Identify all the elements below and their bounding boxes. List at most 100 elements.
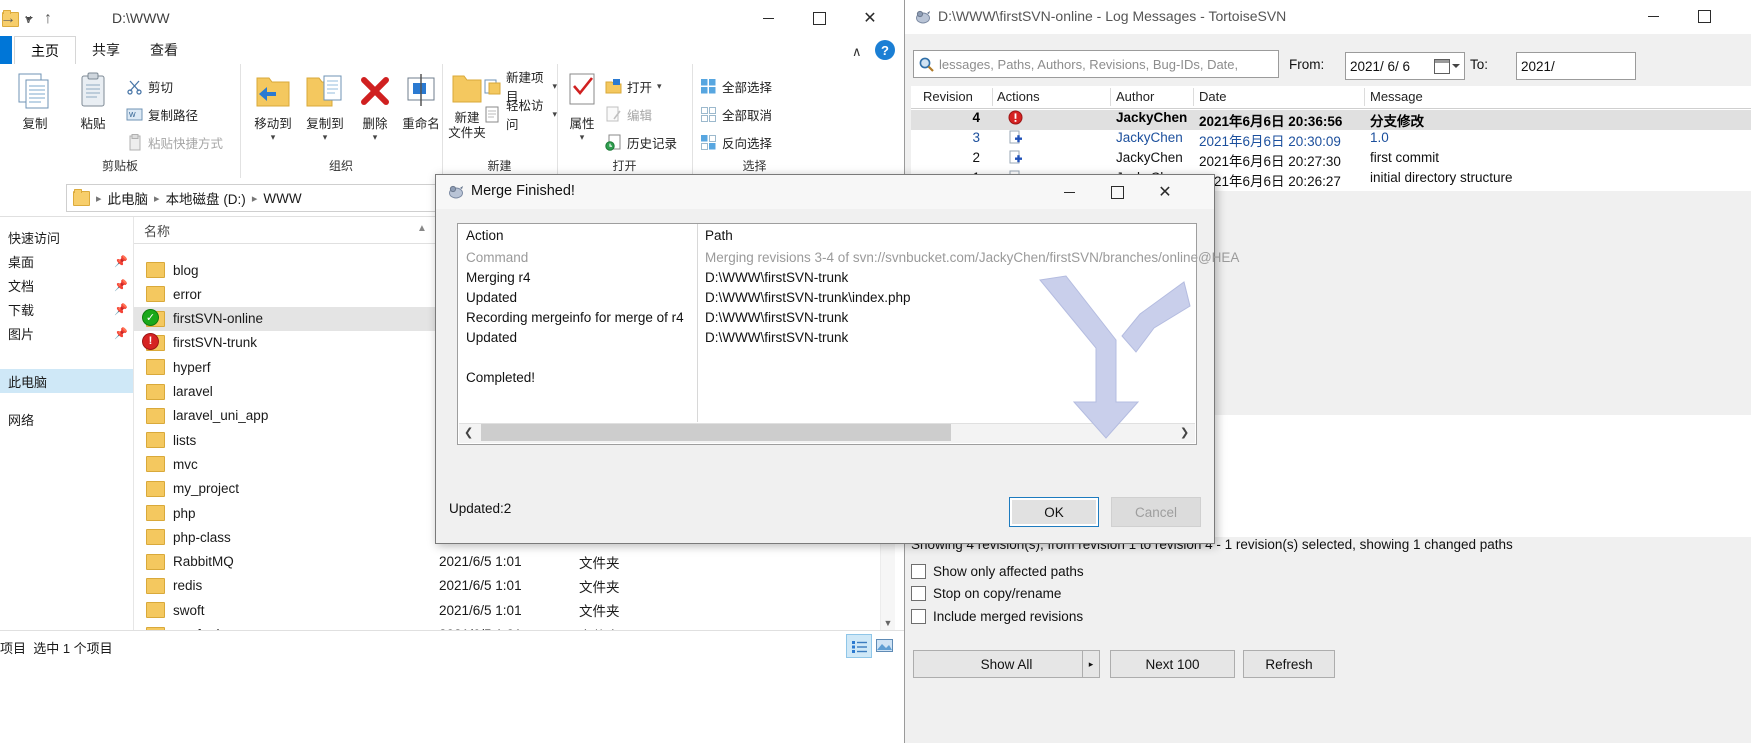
collapse-ribbon-button[interactable]: ∧ (852, 44, 862, 60)
help-icon[interactable]: ? (875, 40, 895, 60)
select-none-button-label: 全部取消 (722, 108, 773, 123)
next-100-button[interactable]: Next 100 (1110, 650, 1235, 678)
table-row[interactable]: 2 JackyChen 2021年6月6日 20:27:30 first commit (911, 150, 1751, 170)
cut-button[interactable]: 剪切 (126, 74, 173, 98)
sidebar-item-desktop[interactable]: 桌面 📌 (0, 249, 133, 273)
tab-share[interactable]: 共享 (76, 36, 136, 64)
breadcrumb-item-local-disk[interactable]: 本地磁盘 (D:) (166, 188, 246, 208)
column-header-date[interactable]: Date (1199, 89, 1226, 104)
calendar-icon[interactable] (1434, 58, 1450, 74)
forward-button[interactable]: → (0, 10, 16, 28)
edit-button[interactable]: 编辑 (605, 102, 652, 126)
invert-selection-button[interactable]: 反向选择 (700, 130, 772, 154)
ribbon-file-menu-button[interactable] (0, 36, 12, 64)
checkbox-stop-on-copy-rename[interactable]: Stop on copy/rename (911, 582, 1061, 604)
sidebar-label-documents: 文档 (8, 278, 35, 294)
select-all-button-label: 全部选择 (722, 80, 773, 95)
column-header-path[interactable]: Path (705, 228, 733, 243)
tortoisesvn-app-icon (915, 9, 932, 25)
refresh-button[interactable]: Refresh (1243, 650, 1335, 678)
checkbox-icon[interactable] (911, 585, 926, 601)
merge-minimize-button[interactable] (1046, 175, 1092, 209)
table-row[interactable]: RabbitMQ 2021/6/5 1:01 文件夹 (134, 550, 890, 574)
scroll-down-icon[interactable]: ▼ (883, 618, 893, 628)
column-header-revision[interactable]: Revision (923, 89, 973, 104)
log-filter-input[interactable]: lessages, Paths, Authors, Revisions, Bug… (913, 50, 1279, 78)
move-to-button[interactable]: 移动到 ▾ (244, 72, 302, 143)
file-name: php-class (173, 529, 231, 545)
large-icons-view-button[interactable] (872, 634, 896, 656)
copy-button[interactable]: 复制 (6, 72, 64, 132)
svn-maximize-button[interactable] (1681, 0, 1727, 32)
file-name: firstSVN-online (173, 311, 264, 327)
checkbox-include-merged-revisions[interactable]: Include merged revisions (911, 605, 1083, 627)
details-view-button[interactable] (846, 634, 872, 658)
column-header-actions[interactable]: Actions (997, 89, 1040, 104)
column-header-name[interactable]: 名称 (144, 221, 170, 240)
paste-button[interactable]: 粘贴 (64, 72, 122, 132)
select-none-icon (700, 106, 717, 123)
checkbox-icon[interactable] (911, 608, 926, 624)
cancel-button[interactable]: Cancel (1111, 497, 1201, 527)
table-row[interactable]: 4 JackyChen 2021年6月6日 20:36:56 分支修改 (911, 110, 1751, 130)
sidebar-item-documents[interactable]: 文档 📌 (0, 273, 133, 297)
checkbox-show-only-affected-paths[interactable]: Show only affected paths (911, 560, 1084, 582)
folder-icon (146, 480, 165, 497)
sidebar-item-downloads[interactable]: 下载 📌 (0, 297, 133, 321)
sidebar-item-pictures[interactable]: 图片 📌 (0, 321, 133, 345)
merge-list-header-row: Action Path (458, 228, 1196, 248)
easy-access-button[interactable]: 轻松访问 ▾ (484, 99, 557, 132)
table-row[interactable]: swoft 2021/6/5 1:01 文件夹 (134, 598, 890, 622)
recent-locations-button[interactable]: ∨ (24, 12, 33, 26)
folder-icon (146, 286, 165, 303)
column-header-author[interactable]: Author (1116, 89, 1154, 104)
sidebar-item-network[interactable]: 网络 (0, 407, 133, 431)
breadcrumb-item-this-pc[interactable]: 此电脑 (108, 188, 149, 208)
sidebar-item-quick-access[interactable]: 快速访问 (0, 225, 133, 249)
chevron-down-icon[interactable] (1452, 64, 1460, 68)
ok-button[interactable]: OK (1009, 497, 1099, 527)
table-row[interactable]: 3 JackyChen 2021年6月6日 20:30:09 1.0 (911, 130, 1751, 150)
show-all-dropdown-arrow[interactable]: ▸ (1082, 650, 1100, 678)
sidebar-label-quick-access: 快速访问 (8, 230, 61, 246)
merge-action: Command (466, 250, 529, 265)
select-all-button[interactable]: 全部选择 (700, 74, 772, 98)
explorer-maximize-button[interactable] (796, 2, 842, 34)
sidebar-item-this-pc[interactable]: 此电脑 (0, 369, 133, 393)
svn-minimize-button[interactable] (1630, 0, 1676, 32)
select-none-button[interactable]: 全部取消 (700, 102, 772, 126)
show-all-button[interactable]: Show All (913, 650, 1100, 678)
column-header-message[interactable]: Message (1370, 89, 1423, 104)
ribbon-group-open-label: 打开 (612, 159, 637, 173)
tab-home[interactable]: 主页 (14, 36, 76, 66)
quick-access-toolbar[interactable] (2, 8, 102, 30)
merge-list-scroll-thumb[interactable] (481, 424, 951, 441)
properties-button[interactable]: 属性 ▾ (553, 72, 611, 143)
details-view-icon (851, 640, 867, 653)
breadcrumb-item-www[interactable]: WWW (263, 191, 301, 206)
paste-icon (81, 72, 105, 107)
open-button[interactable]: 打开 ▾ (605, 74, 662, 98)
table-row[interactable]: redis 2021/6/5 1:01 文件夹 (134, 574, 890, 598)
merge-close-button[interactable]: ✕ (1142, 175, 1188, 209)
up-button[interactable]: ↑ (44, 10, 52, 28)
table-row[interactable]: Command Merging revisions 3-4 of svn://sv… (458, 250, 1239, 270)
scroll-left-icon[interactable]: ❮ (464, 426, 473, 439)
minimize-icon (1063, 191, 1075, 193)
history-button[interactable]: 历史记录 (605, 130, 677, 154)
svn-modified-overlay-icon: ! (143, 333, 158, 349)
explorer-minimize-button[interactable] (745, 2, 791, 34)
new-folder-icon (452, 75, 482, 103)
tab-view[interactable]: 查看 (134, 36, 194, 64)
merge-maximize-button[interactable] (1094, 175, 1140, 209)
from-date-input[interactable]: 2021/ 6/ 6 (1345, 52, 1465, 80)
folder-icon (146, 456, 165, 473)
file-type: 文件夹 (579, 579, 620, 595)
to-date-input[interactable]: 2021/ (1516, 52, 1636, 80)
checkbox-icon[interactable] (911, 563, 926, 579)
column-header-action[interactable]: Action (466, 228, 504, 243)
paste-shortcut-button[interactable]: 粘贴快捷方式 (126, 130, 223, 154)
explorer-close-button[interactable]: ✕ (847, 2, 893, 34)
copy-path-button[interactable]: W 复制路径 (126, 102, 198, 126)
paste-button-label: 粘贴 (80, 117, 106, 131)
